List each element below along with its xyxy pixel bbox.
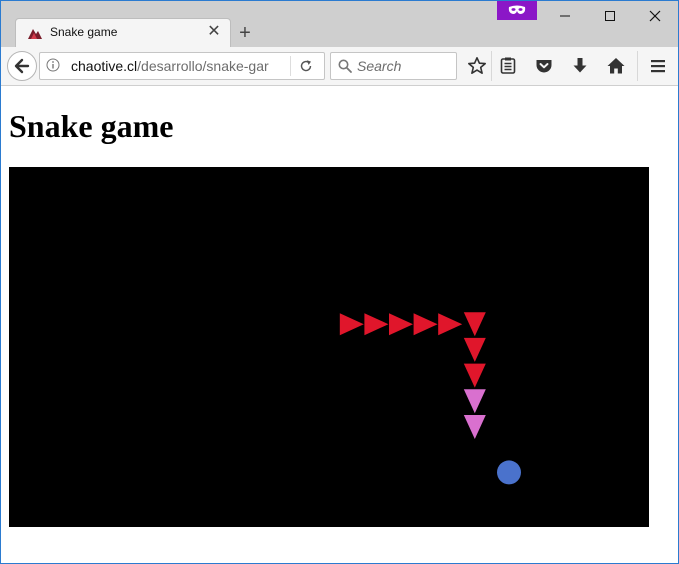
snake-segment bbox=[463, 312, 486, 337]
arrow-left-icon bbox=[14, 58, 30, 74]
close-window-button[interactable] bbox=[632, 5, 678, 29]
browser-window: Snake game ✕ + chaotive.cl/desarrollo/sn… bbox=[0, 0, 679, 564]
tab-close-icon[interactable]: ✕ bbox=[204, 21, 224, 43]
pocket-icon[interactable] bbox=[534, 56, 554, 76]
search-icon bbox=[338, 59, 352, 73]
star-icon[interactable] bbox=[467, 56, 487, 76]
search-bar[interactable] bbox=[330, 52, 457, 80]
mask-icon bbox=[508, 5, 526, 14]
food-pellet bbox=[497, 460, 521, 485]
page-title: Snake game bbox=[9, 108, 174, 144]
reload-icon[interactable] bbox=[298, 58, 314, 74]
minimize-button[interactable] bbox=[542, 5, 588, 29]
snake-segment bbox=[463, 337, 486, 362]
toolbar-separator bbox=[637, 51, 638, 81]
info-icon[interactable] bbox=[46, 58, 60, 72]
private-browsing-badge bbox=[497, 1, 537, 20]
snake-segment bbox=[438, 313, 463, 336]
hamburger-menu-icon[interactable] bbox=[648, 56, 668, 76]
snake-game-canvas[interactable] bbox=[9, 167, 649, 527]
minimize-icon bbox=[560, 15, 570, 17]
site-favicon-icon bbox=[28, 29, 42, 39]
maximize-button[interactable] bbox=[587, 5, 633, 29]
reading-list-icon[interactable] bbox=[498, 56, 518, 76]
back-button[interactable] bbox=[7, 51, 37, 81]
snake-segment bbox=[364, 313, 389, 336]
snake-tail-segment bbox=[339, 313, 364, 336]
url-text[interactable]: chaotive.cl/desarrollo/snake-gar bbox=[71, 58, 291, 74]
page-content: Snake game bbox=[1, 86, 678, 563]
url-host: chaotive.cl bbox=[71, 58, 138, 74]
maximize-icon bbox=[605, 11, 615, 21]
navigation-toolbar: chaotive.cl/desarrollo/snake-gar bbox=[1, 47, 678, 86]
download-icon[interactable] bbox=[570, 56, 590, 76]
toolbar-separator bbox=[491, 51, 492, 81]
tab-strip: Snake game ✕ + bbox=[1, 1, 678, 48]
close-icon bbox=[649, 10, 661, 22]
new-tab-button[interactable]: + bbox=[233, 21, 257, 45]
snake-segment bbox=[463, 415, 486, 439]
tab-snake-game[interactable]: Snake game ✕ bbox=[15, 18, 231, 48]
url-separator bbox=[290, 56, 291, 76]
snake-segment bbox=[389, 313, 413, 336]
tab-title: Snake game bbox=[50, 25, 118, 39]
snake-segment bbox=[463, 363, 486, 388]
url-path: /desarrollo/snake-gar bbox=[137, 58, 269, 74]
snake-segment bbox=[413, 313, 438, 336]
snake-segment bbox=[463, 389, 486, 414]
search-input[interactable] bbox=[357, 56, 451, 76]
home-icon[interactable] bbox=[606, 56, 626, 76]
address-bar[interactable]: chaotive.cl/desarrollo/snake-gar bbox=[39, 52, 325, 80]
